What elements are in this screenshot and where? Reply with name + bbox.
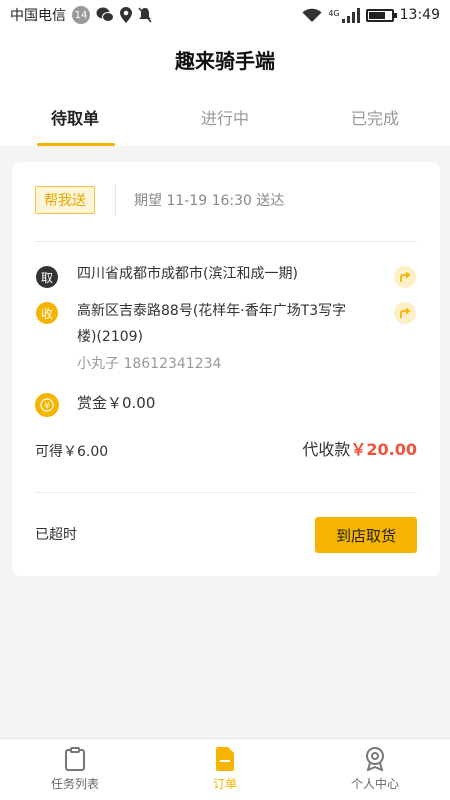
profile-icon	[366, 747, 384, 771]
receiver-navigate-button[interactable]	[394, 302, 416, 324]
pickup-navigate-button[interactable]	[394, 266, 416, 288]
nav-profile[interactable]: 个人中心	[300, 739, 450, 800]
nav-label: 任务列表	[50, 777, 99, 791]
status-bar: 中国电信 14 4G 13:49	[0, 0, 450, 30]
earning-amount: 可得￥6.00	[35, 444, 109, 460]
expected-delivery-time: 期望 11-19 16:30 送达	[134, 193, 285, 209]
divider	[115, 184, 116, 216]
notification-badge: 14	[72, 6, 90, 24]
receiver-address-line2: 楼)(2109)	[77, 329, 144, 345]
tab-in-progress[interactable]: 进行中	[150, 88, 300, 146]
clipboard-icon	[65, 747, 85, 771]
cod-row: 代收款￥20.00	[302, 438, 417, 462]
nav-orders[interactable]: 订单	[150, 739, 300, 800]
pickup-marker-icon: 取	[36, 266, 58, 288]
tab-completed[interactable]: 已完成	[300, 88, 450, 146]
bottom-navigation: 任务列表 订单 个人中心	[0, 738, 450, 800]
cod-amount: ￥20.00	[350, 440, 417, 459]
document-icon	[216, 747, 234, 771]
receiver-contact: 小丸子 18612341234	[77, 356, 222, 372]
turn-right-icon	[400, 271, 411, 282]
coin-icon: ¥	[35, 393, 59, 417]
carrier-label: 中国电信	[10, 8, 66, 24]
bounty-amount: 赏金￥0.00	[77, 394, 156, 412]
order-status: 已超时	[35, 527, 77, 543]
wifi-icon	[302, 8, 322, 22]
turn-right-icon	[400, 307, 411, 318]
receiver-address-line1: 高新区吉泰路88号(花样年·香年广场T3写字	[77, 303, 347, 319]
tab-pending-pickup[interactable]: 待取单	[0, 88, 150, 146]
service-type-badge: 帮我送	[35, 186, 95, 214]
nav-label: 订单	[212, 777, 237, 791]
nav-label: 个人中心	[350, 777, 399, 791]
location-icon	[120, 7, 132, 23]
order-tabs: 待取单 进行中 已完成	[0, 88, 450, 146]
order-card[interactable]: 帮我送 期望 11-19 16:30 送达 取 四川省成都市成都市(滨江和成一期…	[12, 162, 440, 576]
page-title: 趣来骑手端	[0, 30, 450, 88]
mute-icon	[138, 7, 152, 23]
cod-label: 代收款	[302, 440, 351, 459]
battery-icon	[365, 8, 397, 22]
network-type: 4G	[328, 9, 340, 18]
go-to-store-pickup-button[interactable]: 到店取货	[315, 517, 417, 553]
clock: 13:49	[399, 7, 440, 23]
signal-icon	[341, 7, 360, 23]
receiver-marker-icon: 收	[36, 302, 58, 324]
wechat-icon	[96, 7, 114, 22]
nav-task-list[interactable]: 任务列表	[0, 739, 150, 800]
divider	[35, 241, 417, 242]
pickup-address: 四川省成都市成都市(滨江和成一期)	[77, 266, 298, 282]
divider	[35, 492, 417, 493]
svg-text:¥: ¥	[44, 402, 50, 412]
